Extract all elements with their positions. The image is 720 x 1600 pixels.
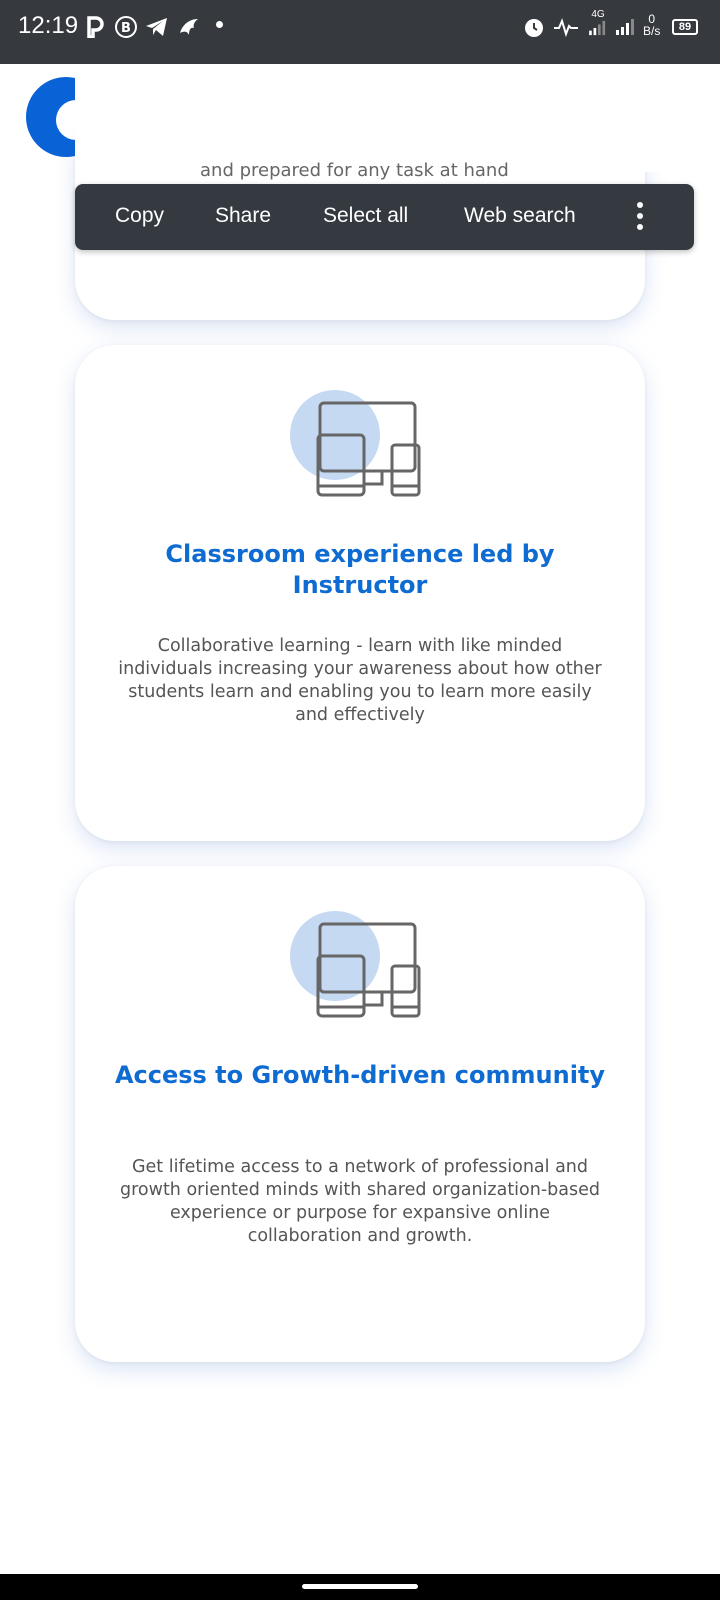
- more-vert-icon[interactable]: [635, 202, 645, 232]
- status-time: 12:19: [18, 12, 79, 39]
- telegram-icon: [145, 14, 169, 40]
- card-title: Access to Growth-driven community: [114, 1061, 606, 1089]
- card-title: Classroom experience led by Instructor: [165, 540, 555, 599]
- partial-card-text: and prepared for any task at hand: [200, 160, 509, 181]
- bird-app-icon: [177, 14, 201, 40]
- system-navigation-bar: [0, 1574, 720, 1600]
- notification-dot-icon: [216, 21, 223, 28]
- text-selection-toolbar: Copy Share Select all Web search: [75, 184, 694, 250]
- devices-icon: [290, 390, 430, 500]
- battery-level: 89: [678, 21, 692, 33]
- alarm-icon: [523, 14, 545, 40]
- devices-icon: [290, 911, 430, 1021]
- card-description: Get lifetime access to a network of prof…: [120, 1157, 600, 1246]
- battery-icon: 89: [672, 14, 698, 40]
- toolbar-select-all-button[interactable]: Select all: [323, 204, 408, 228]
- home-gesture-handle[interactable]: [302, 1584, 418, 1589]
- signal-4g-icon: 4G: [587, 10, 609, 36]
- card-description: Collaborative learning - learn with like…: [118, 636, 602, 725]
- feature-card: Classroom experience led by Instructor C…: [75, 345, 645, 841]
- speed-unit: B/s: [643, 24, 661, 38]
- svg-text:B: B: [121, 21, 131, 36]
- activity-pulse-icon: [553, 14, 579, 40]
- network-speed-indicator: 0 B/s: [643, 12, 660, 38]
- feature-card: Access to Growth-driven community Get li…: [75, 866, 645, 1362]
- header-mask: [75, 64, 695, 172]
- toolbar-share-button[interactable]: Share: [215, 204, 271, 228]
- network-type-label: 4G: [591, 9, 605, 20]
- toolbar-web-search-button[interactable]: Web search: [464, 204, 576, 228]
- status-bar: 12:19 B 4G 0 B/s 89: [0, 0, 720, 64]
- toolbar-copy-button[interactable]: Copy: [115, 204, 164, 228]
- signal-bars-icon: [615, 14, 637, 40]
- bold-b-app-icon: B: [114, 14, 138, 40]
- parking-app-icon: [86, 14, 104, 40]
